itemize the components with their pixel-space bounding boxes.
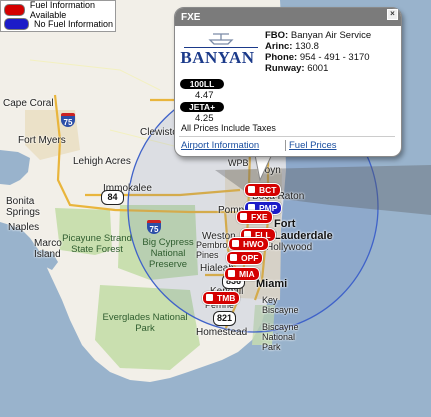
label-fort-myers: Fort Myers xyxy=(18,135,66,146)
label-lehigh-acres: Lehigh Acres xyxy=(73,156,131,167)
fuel-type-badge-jeta: JETA+ xyxy=(180,102,224,112)
airport-marker-mia[interactable]: MIA xyxy=(224,267,260,281)
legend-row-unavailable: No Fuel Information xyxy=(4,18,113,30)
airport-pin-icon xyxy=(232,240,239,247)
highway-shield-821: 821 xyxy=(213,311,236,326)
label-key-biscayne: Key Biscayne xyxy=(262,295,299,315)
airport-pin-icon xyxy=(230,254,237,261)
label-miami: Miami xyxy=(256,278,288,290)
airport-pin-icon xyxy=(228,270,235,277)
banyan-logo-text: BANYAN xyxy=(180,48,255,67)
legend-available-label: Fuel Information Available xyxy=(29,0,95,20)
fbo-line: FBO: Banyan Air Service xyxy=(265,30,372,41)
label-hollywood: Hollywood xyxy=(266,242,313,253)
legend-red-swatch xyxy=(4,4,25,16)
legend-blue-swatch xyxy=(4,18,29,30)
airport-info-popup: FXE × BANYAN FBO: Banyan Air Service Ari… xyxy=(174,7,402,157)
label-everglades: Everglades National Park xyxy=(102,312,188,334)
runway-line: Runway: 6001 xyxy=(265,63,329,74)
label-wpb: WPB xyxy=(228,158,249,168)
airport-pin-icon xyxy=(240,213,247,220)
airport-marker-tmb[interactable]: TMB xyxy=(202,291,241,305)
tax-note: All Prices Include Taxes xyxy=(181,123,276,133)
label-picayune: Picayune Strand State Forest xyxy=(62,233,132,255)
interstate-shield-75-south: 75 xyxy=(147,220,161,234)
label-cape-coral: Cape Coral xyxy=(3,98,54,109)
airport-marker-fxe[interactable]: FXE xyxy=(236,210,273,224)
highway-shield-84: 84 xyxy=(101,190,124,205)
popup-divider xyxy=(179,136,395,137)
legend-row-available: Fuel Information Available xyxy=(4,0,115,20)
arinc-line: Arinc: 130.8 xyxy=(265,41,319,52)
label-fort-lauderdale: Fort Lauderdale xyxy=(274,218,333,242)
link-separator xyxy=(285,140,286,151)
popup-header: FXE xyxy=(175,8,401,26)
map-legend: Fuel Information Available No Fuel Infor… xyxy=(0,0,116,32)
fuel-type-badge-100ll: 100LL xyxy=(180,79,224,89)
airport-marker-bct[interactable]: BCT xyxy=(244,183,282,197)
airport-pin-icon xyxy=(206,294,213,301)
airport-marker-hwo[interactable]: HWO xyxy=(228,237,269,251)
airport-marker-opf[interactable]: OPF xyxy=(226,251,264,265)
label-biscayne-park: Biscayne National Park xyxy=(262,322,299,352)
airport-information-link[interactable]: Airport Information xyxy=(181,140,259,151)
close-icon[interactable]: × xyxy=(387,9,398,20)
label-naples: Naples xyxy=(8,222,40,233)
label-bonita-springs: Bonita Springs xyxy=(6,196,40,218)
legend-unavailable-label: No Fuel Information xyxy=(34,19,114,29)
interstate-shield-75-north: 75 xyxy=(61,113,75,127)
phone-line: Phone: 954 - 491 - 3170 xyxy=(265,52,370,63)
label-homestead: Homestead xyxy=(196,327,248,338)
fuel-price-100ll: 4.47 xyxy=(195,90,214,101)
fuel-prices-link[interactable]: Fuel Prices xyxy=(289,140,337,151)
airport-pin-icon xyxy=(248,186,255,193)
label-big-cypress: Big Cypress National Preserve xyxy=(142,237,194,270)
popup-airport-code: FXE xyxy=(181,12,201,23)
